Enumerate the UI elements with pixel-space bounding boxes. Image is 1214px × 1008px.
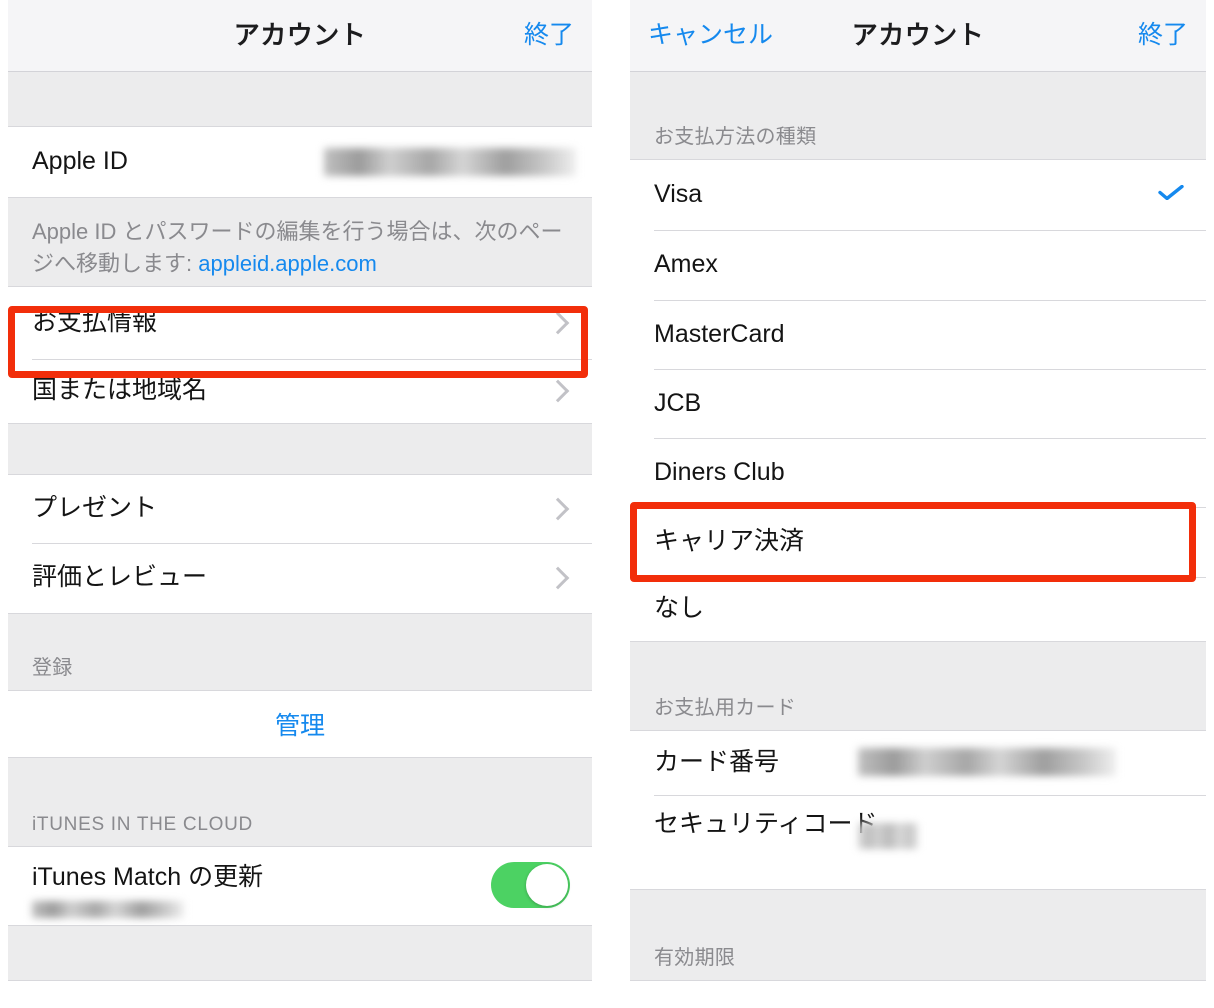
subscriptions-header-label: 登録: [32, 657, 73, 679]
row-payment-type-amex[interactable]: Amex: [630, 230, 1206, 300]
payment-type-none-label: なし: [654, 594, 705, 623]
right-phone-screen: キャンセル アカウント 終了 お支払方法の種類 Visa Amex Master…: [630, 0, 1206, 1008]
row-payment-type-jcb[interactable]: JCB: [630, 369, 1206, 438]
right-done-button[interactable]: 終了: [1138, 0, 1188, 71]
left-navbar: アカウント 終了: [8, 0, 592, 72]
left-bottom-spacer: [8, 925, 592, 981]
itunes-match-toggle[interactable]: [491, 862, 570, 908]
payment-type-mastercard-label: MasterCard: [654, 319, 785, 348]
row-itunes-match[interactable]: iTunes Match の更新: [8, 847, 592, 925]
payment-type-jcb-label: JCB: [654, 388, 702, 417]
itunes-match-label: iTunes Match の更新: [32, 863, 264, 891]
chevron-right-icon: [546, 497, 570, 521]
apple-id-footnote: Apple ID とパスワードの編集を行う場合は、次のページへ移動します: ap…: [8, 197, 592, 287]
toggle-knob: [526, 864, 568, 906]
chevron-right-icon: [546, 379, 570, 403]
row-gift[interactable]: プレゼント: [8, 475, 592, 543]
expiry-header-label: 有効期限: [654, 947, 736, 969]
payment-type-carrier-billing-label: キャリア決済: [654, 527, 805, 556]
expiry-section-header: 有効期限: [630, 889, 1206, 981]
checkmark-icon: [1158, 185, 1184, 200]
left-nav-title: アカウント: [233, 20, 367, 50]
left-phone-screen: アカウント 終了 Apple ID Apple ID とパスワードの編集を行う場…: [8, 0, 592, 1008]
row-apple-id[interactable]: Apple ID: [8, 127, 592, 197]
row-payment-type-none[interactable]: なし: [630, 577, 1206, 641]
payment-type-header-label: お支払方法の種類: [654, 126, 817, 148]
apple-id-label: Apple ID: [32, 147, 128, 176]
manage-button[interactable]: 管理: [8, 691, 592, 757]
gift-label: プレゼント: [32, 494, 158, 523]
itunes-cloud-header-label: iTUNES IN THE CLOUD: [32, 814, 253, 835]
row-payment-type-visa[interactable]: Visa: [630, 160, 1206, 230]
row-payment-info[interactable]: お支払情報: [8, 287, 592, 359]
left-top-spacer: [8, 72, 592, 127]
row-card-number[interactable]: カード番号: [630, 731, 1206, 795]
appleid-link[interactable]: appleid.apple.com: [198, 251, 377, 276]
row-payment-type-carrier-billing[interactable]: キャリア決済: [630, 507, 1206, 577]
security-code-label: セキュリティコード: [654, 810, 878, 838]
row-payment-type-mastercard[interactable]: MasterCard: [630, 300, 1206, 369]
payment-info-label: お支払情報: [32, 308, 158, 337]
card-number-value-redacted: [858, 748, 1116, 776]
row-country-region[interactable]: 国または地域名: [8, 359, 592, 423]
subscriptions-section-header: 登録: [8, 613, 592, 691]
payment-type-section-header: お支払方法の種類: [630, 72, 1206, 160]
payment-type-amex-label: Amex: [654, 250, 718, 279]
payment-type-diners-club-label: Diners Club: [654, 457, 785, 486]
itunes-cloud-section-header: iTUNES IN THE CLOUD: [8, 757, 592, 847]
payment-card-section-header: お支払用カード: [630, 641, 1206, 731]
security-code-value-redacted: [858, 823, 918, 849]
country-region-label: 国または地域名: [32, 376, 208, 405]
right-navbar: キャンセル アカウント 終了: [630, 0, 1206, 72]
row-security-code[interactable]: セキュリティコード: [630, 795, 1206, 889]
payment-type-visa-label: Visa: [654, 180, 703, 209]
chevron-right-icon: [546, 311, 570, 335]
apple-id-value-redacted: [324, 148, 576, 176]
left-done-button[interactable]: 終了: [524, 0, 574, 71]
chevron-right-icon: [546, 566, 570, 590]
ratings-reviews-label: 評価とレビュー: [32, 563, 208, 592]
right-nav-title: アカウント: [851, 20, 985, 50]
left-spacer-2: [8, 423, 592, 475]
payment-card-header-label: お支払用カード: [654, 697, 797, 719]
row-ratings-reviews[interactable]: 評価とレビュー: [8, 543, 592, 613]
card-number-label: カード番号: [654, 748, 780, 777]
row-payment-type-diners-club[interactable]: Diners Club: [630, 438, 1206, 507]
screenshot-root: アカウント 終了 Apple ID Apple ID とパスワードの編集を行う場…: [0, 0, 1214, 1008]
itunes-match-sublabel-redacted: [32, 901, 184, 918]
